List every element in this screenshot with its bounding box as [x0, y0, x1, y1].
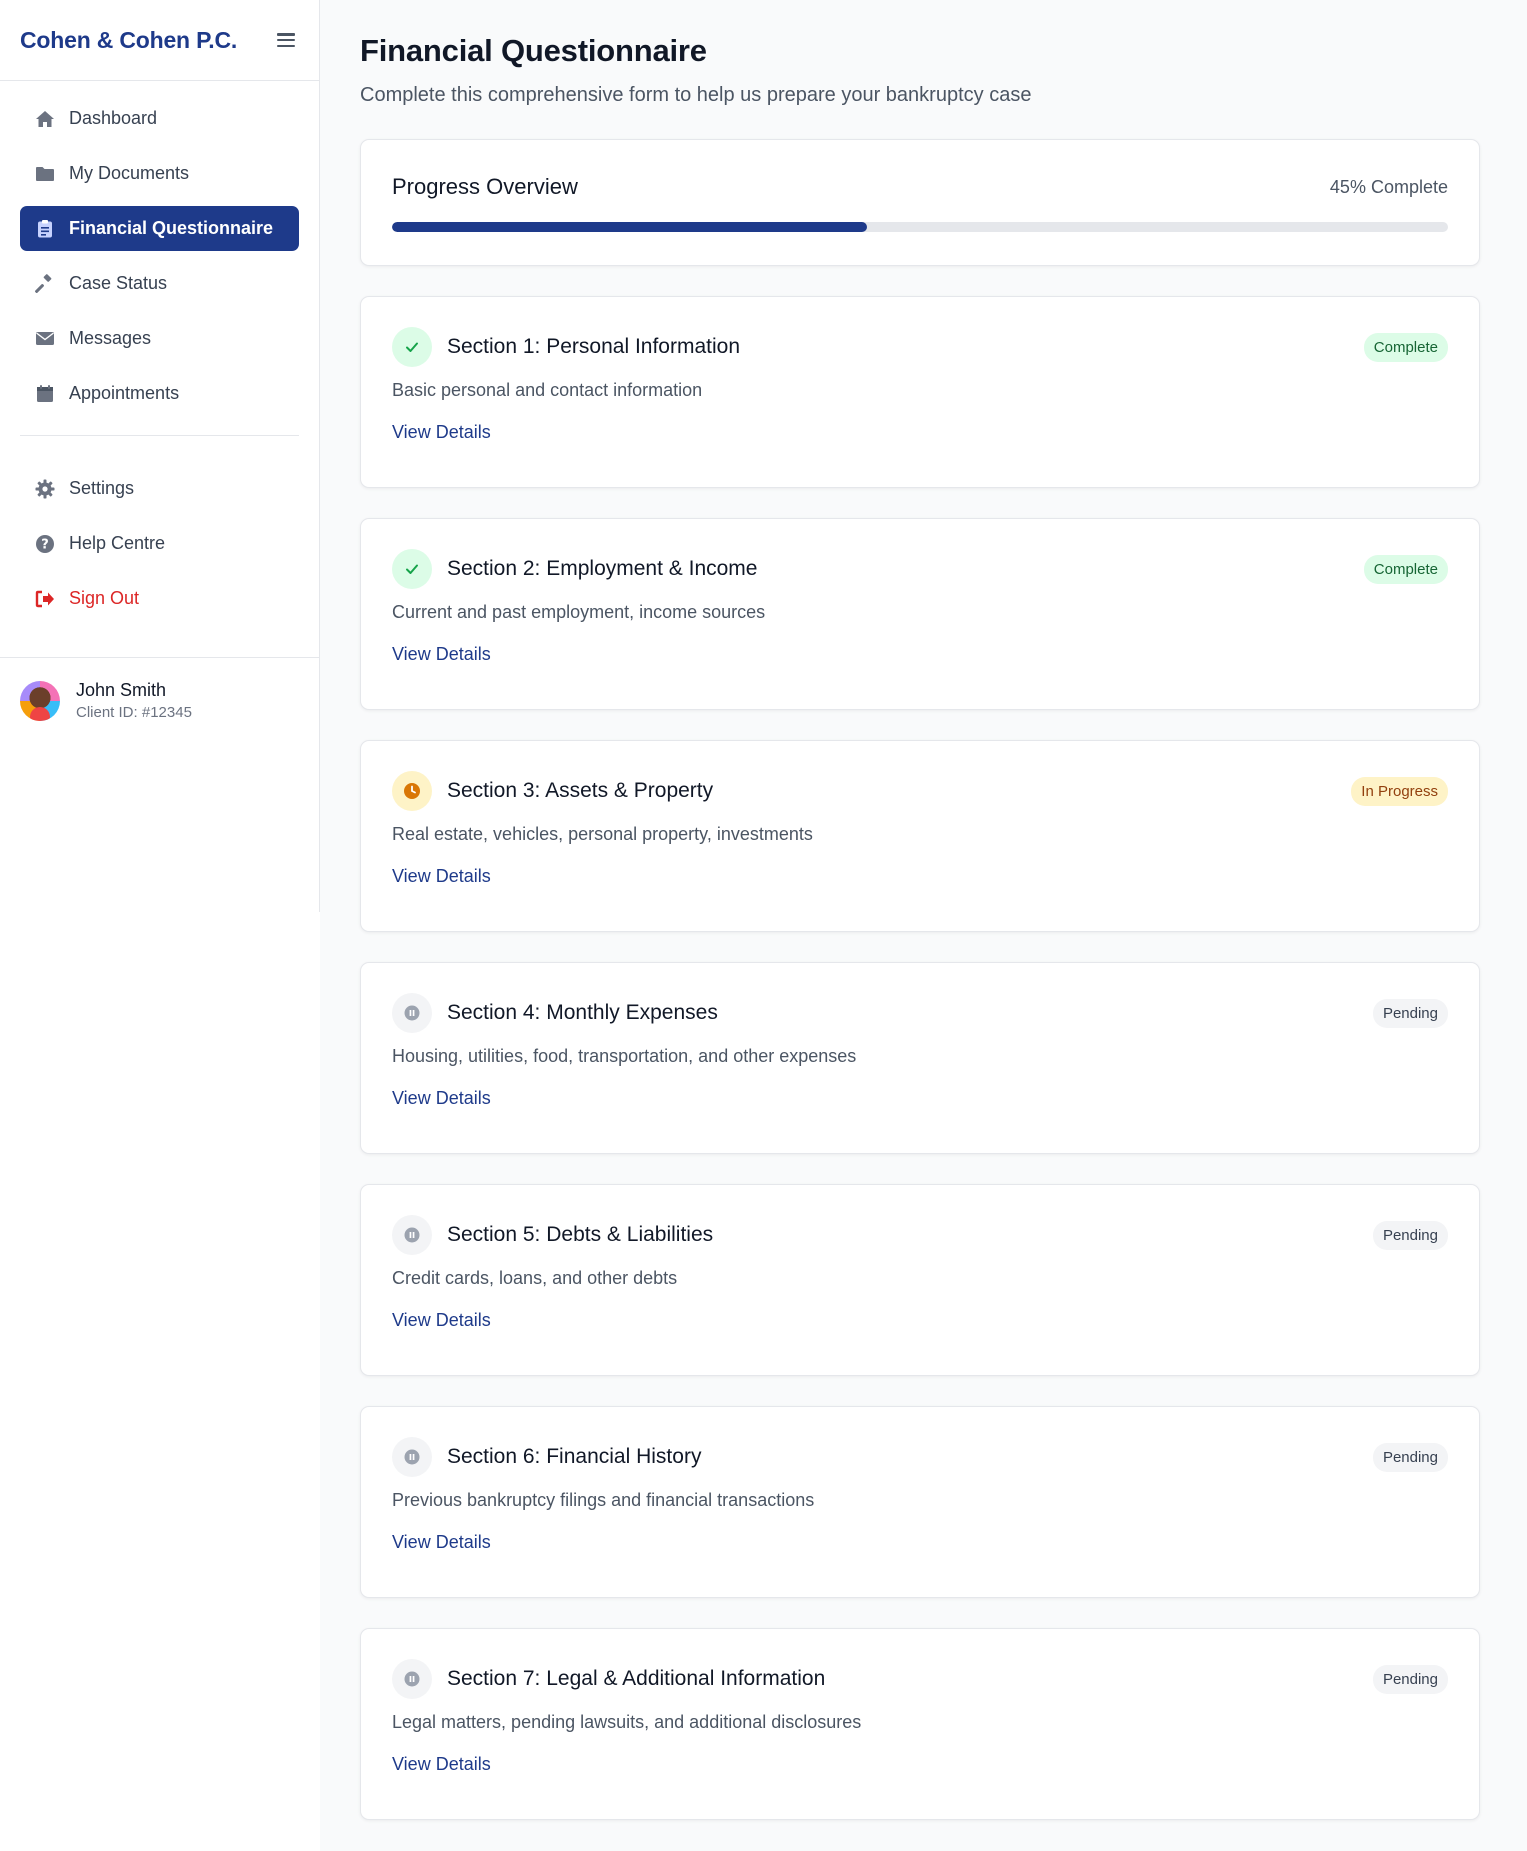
progress-bar: [392, 222, 1448, 232]
sidebar-item-label: Case Status: [69, 273, 168, 293]
menu-toggle-icon[interactable]: [277, 33, 295, 47]
sidebar-item-label: Sign Out: [69, 588, 140, 608]
section-card-3: Section 3: Assets & Property In Progress…: [360, 740, 1480, 932]
question-circle-icon: ?: [34, 534, 56, 554]
section-title: Section 7: Legal & Additional Informatio…: [447, 1667, 826, 1690]
view-details-link[interactable]: View Details: [392, 644, 491, 665]
folder-icon: [34, 164, 56, 184]
sidebar-nav: Dashboard My Documents Financial Questio…: [0, 81, 319, 621]
sidebar-item-label: Dashboard: [69, 108, 158, 128]
section-card-5: Section 5: Debts & Liabilities Pending C…: [360, 1184, 1480, 1376]
envelope-icon: [34, 329, 56, 349]
section-description: Current and past employment, income sour…: [392, 602, 766, 622]
sidebar: Cohen & Cohen P.C. Dashboard My Document…: [0, 0, 320, 912]
status-badge: Pending: [1372, 998, 1448, 1028]
avatar: [20, 680, 60, 721]
pause-icon: [392, 1215, 432, 1255]
check-icon: [392, 327, 432, 367]
section-description: Legal matters, pending lawsuits, and add…: [392, 1712, 862, 1732]
nav-divider: [20, 435, 299, 436]
pause-icon: [392, 993, 432, 1033]
brand-name: Cohen & Cohen P.C.: [20, 26, 238, 53]
svg-text:?: ?: [41, 537, 49, 552]
section-title: Section 1: Personal Information: [447, 335, 740, 358]
progress-title: Progress Overview: [392, 174, 578, 199]
section-title: Section 3: Assets & Property: [447, 779, 714, 802]
sidebar-background: [0, 912, 320, 1851]
sidebar-item-label: My Documents: [69, 163, 190, 183]
status-badge: Pending: [1372, 1442, 1448, 1472]
status-badge: Pending: [1372, 1664, 1448, 1694]
section-title: Section 5: Debts & Liabilities: [447, 1223, 714, 1246]
brand-row: Cohen & Cohen P.C.: [0, 0, 319, 81]
view-details-link[interactable]: View Details: [392, 1532, 491, 1553]
sidebar-item-label: Messages: [69, 328, 152, 348]
section-title: Section 2: Employment & Income: [447, 557, 758, 580]
sidebar-item-my-documents[interactable]: My Documents: [20, 151, 299, 196]
sidebar-item-case-status[interactable]: Case Status: [20, 261, 299, 306]
progress-overview-card: Progress Overview 45% Complete: [360, 139, 1480, 266]
pause-icon: [392, 1659, 432, 1699]
section-description: Credit cards, loans, and other debts: [392, 1268, 678, 1288]
progress-percent: 45% Complete: [1329, 176, 1448, 197]
section-description: Basic personal and contact information: [392, 380, 703, 400]
user-profile[interactable]: John Smith Client ID: #12345: [0, 657, 320, 743]
clock-icon: [392, 771, 432, 811]
view-details-link[interactable]: View Details: [392, 866, 491, 887]
progress-bar-fill: [392, 222, 868, 232]
status-badge: In Progress: [1351, 776, 1448, 806]
sidebar-item-appointments[interactable]: Appointments: [20, 371, 299, 416]
section-card-6: Section 6: Financial History Pending Pre…: [360, 1406, 1480, 1598]
sidebar-item-label: Appointments: [69, 383, 180, 403]
sign-out-icon: [34, 589, 56, 609]
status-badge: Complete: [1363, 554, 1448, 584]
section-title: Section 4: Monthly Expenses: [447, 1001, 718, 1024]
check-icon: [392, 549, 432, 589]
view-details-link[interactable]: View Details: [392, 1088, 491, 1109]
section-card-1: Section 1: Personal Information Complete…: [360, 296, 1480, 488]
section-description: Real estate, vehicles, personal property…: [392, 824, 813, 844]
section-description: Previous bankruptcy filings and financia…: [392, 1490, 815, 1510]
status-badge: Pending: [1372, 1220, 1448, 1250]
section-description: Housing, utilities, food, transportation…: [392, 1046, 857, 1066]
gavel-icon: [34, 273, 56, 294]
sidebar-item-label: Settings: [69, 478, 135, 498]
sidebar-item-dashboard[interactable]: Dashboard: [20, 96, 299, 141]
sidebar-item-label: Financial Questionnaire: [69, 218, 274, 238]
main-content: Financial Questionnaire Complete this co…: [360, 0, 1480, 1820]
section-list: Section 1: Personal Information Complete…: [360, 296, 1480, 1820]
gear-icon: [34, 479, 56, 499]
pause-icon: [392, 1437, 432, 1477]
view-details-link[interactable]: View Details: [392, 1310, 491, 1331]
client-id: Client ID: #12345: [76, 704, 192, 721]
view-details-link[interactable]: View Details: [392, 422, 491, 443]
sidebar-item-messages[interactable]: Messages: [20, 316, 299, 361]
clipboard-icon: [34, 219, 56, 239]
status-badge: Complete: [1363, 332, 1448, 362]
page-subtitle: Complete this comprehensive form to help…: [360, 84, 1032, 106]
section-card-7: Section 7: Legal & Additional Informatio…: [360, 1628, 1480, 1820]
section-card-4: Section 4: Monthly Expenses Pending Hous…: [360, 962, 1480, 1154]
view-details-link[interactable]: View Details: [392, 1754, 491, 1775]
sidebar-item-label: Help Centre: [69, 533, 166, 553]
user-info: John Smith Client ID: #12345: [76, 680, 192, 721]
calendar-icon: [34, 384, 56, 404]
section-title: Section 6: Financial History: [447, 1445, 702, 1468]
section-card-2: Section 2: Employment & Income Complete …: [360, 518, 1480, 710]
sidebar-item-settings[interactable]: Settings: [20, 466, 299, 511]
sidebar-item-financial-questionnaire[interactable]: Financial Questionnaire: [20, 206, 299, 251]
user-name: John Smith: [76, 680, 167, 700]
page-title: Financial Questionnaire: [360, 33, 707, 68]
sidebar-item-sign-out[interactable]: Sign Out: [20, 576, 299, 621]
home-icon: [34, 109, 56, 129]
sidebar-item-help-centre[interactable]: ? Help Centre: [20, 521, 299, 566]
